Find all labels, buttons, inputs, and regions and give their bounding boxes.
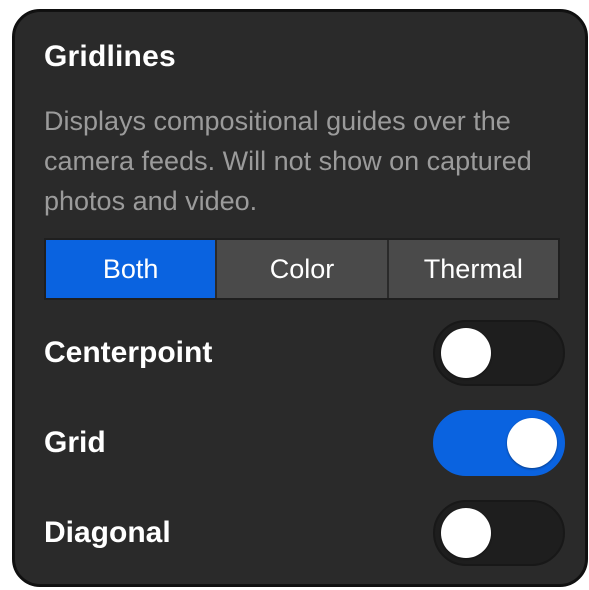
grid-toggle[interactable]	[433, 410, 565, 476]
centerpoint-label: Centerpoint	[44, 336, 213, 369]
diagonal-row: Diagonal	[44, 498, 565, 568]
section-title: Gridlines	[44, 40, 176, 73]
feed-segmented-control: Both Color Thermal	[44, 238, 560, 300]
segment-color[interactable]: Color	[215, 240, 387, 298]
segment-thermal[interactable]: Thermal	[386, 240, 558, 298]
grid-row: Grid	[44, 408, 565, 478]
gridlines-settings-panel: Gridlines Displays compositional guides …	[12, 9, 588, 587]
centerpoint-row: Centerpoint	[44, 318, 565, 388]
diagonal-toggle-knob	[441, 508, 491, 558]
grid-label: Grid	[44, 426, 106, 459]
diagonal-toggle[interactable]	[433, 500, 565, 566]
section-description: Displays compositional guides over the c…	[44, 106, 532, 216]
segment-both[interactable]: Both	[46, 240, 216, 298]
diagonal-label: Diagonal	[44, 516, 171, 549]
centerpoint-toggle-knob	[441, 328, 491, 378]
grid-toggle-knob	[507, 418, 557, 468]
centerpoint-toggle[interactable]	[433, 320, 565, 386]
